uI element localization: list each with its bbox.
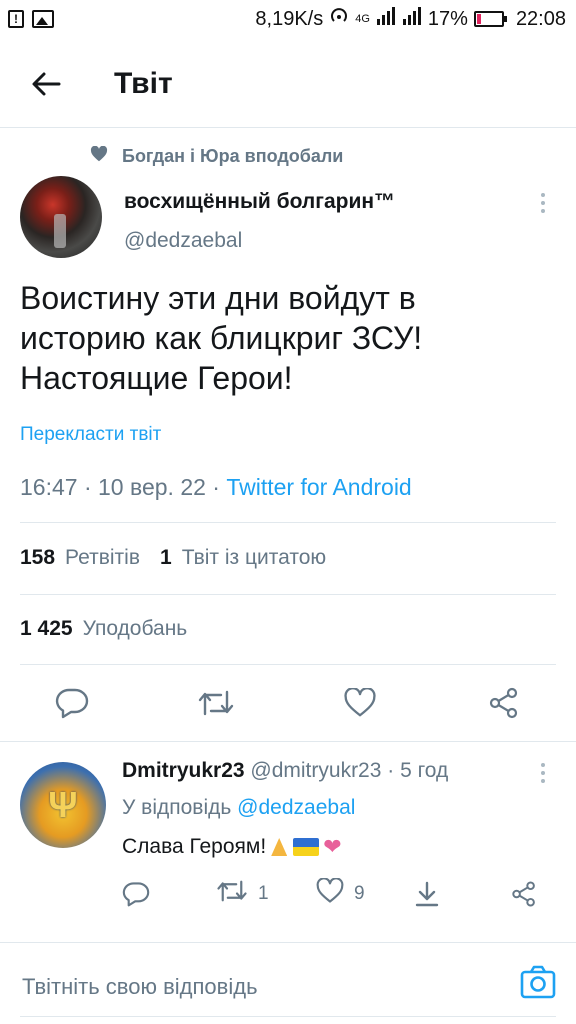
page-title: Твіт: [114, 66, 173, 100]
share-icon[interactable]: [484, 680, 524, 726]
translate-tweet-link[interactable]: Перекласти твіт: [20, 424, 161, 446]
app-header: Твіт: [0, 40, 576, 128]
tweet-text-line: историю как блицкриг ЗСУ!: [20, 320, 423, 356]
like-heart-icon[interactable]: [340, 680, 380, 726]
quotes-label: Твіт із цитатою: [181, 546, 327, 569]
reply-to-label: У відповідь: [122, 796, 232, 819]
divider: [20, 594, 556, 595]
reply-reply-icon[interactable]: [122, 872, 150, 916]
author-avatar[interactable]: [20, 176, 102, 258]
retweet-icon: [216, 878, 248, 910]
reply-retweet-count: 1: [258, 883, 269, 904]
liked-by-label: Богдан і Юра вподобали: [122, 146, 344, 166]
reply-input[interactable]: [22, 967, 482, 1007]
reply-to-line: У відповідь @dedzaebal: [122, 796, 355, 820]
heart-icon: [90, 145, 108, 167]
retweets-stat[interactable]: 158 Ретвітів: [20, 546, 140, 570]
tweet-text-line: Настоящие Герои!: [20, 360, 293, 396]
network-type: 4G: [355, 13, 370, 25]
likes-count: 1 425: [20, 617, 73, 640]
network-speed: 8,19K/s: [255, 7, 324, 30]
tweet-metadata: 16:47 · 10 вер. 22 · Twitter for Android: [20, 474, 412, 500]
reply-more-options-icon[interactable]: [530, 758, 556, 788]
pink-heart-emoji: ❤: [323, 834, 342, 859]
signal-icon: [376, 7, 396, 31]
reply-author-handle[interactable]: @dmitryukr23: [250, 759, 381, 782]
reply-to-mention[interactable]: @dedzaebal: [237, 796, 355, 819]
clock: 22:08: [515, 7, 566, 30]
quotes-stat[interactable]: 1 Твіт із цитатою: [160, 546, 326, 570]
retweets-count: 158: [20, 546, 56, 569]
trident-emblem-icon: Ψ: [48, 784, 78, 825]
ukraine-flag-emoji: [293, 838, 320, 856]
tweet-date: 10 вер. 22: [98, 474, 206, 500]
divider: [20, 522, 556, 523]
reply-like-button[interactable]: 9: [316, 872, 365, 916]
divider: [20, 1016, 556, 1017]
reply-icon[interactable]: [52, 680, 92, 726]
divider: [0, 741, 576, 742]
tweet-text-line: Воистину эти дни войдут в: [20, 280, 416, 316]
retweet-icon[interactable]: [196, 680, 236, 726]
reply-age: 5 год: [400, 759, 449, 782]
reply-actions: 1 9: [0, 872, 576, 916]
reply-share-icon[interactable]: [510, 872, 538, 916]
hotspot-icon: [329, 6, 349, 32]
status-bar: ! 8,19K/s 4G 17% 22:08: [0, 0, 576, 38]
reply-author-avatar[interactable]: Ψ: [20, 762, 106, 848]
battery-percent: 17%: [427, 7, 468, 30]
author-handle[interactable]: @dedzaebal: [124, 229, 242, 253]
praying-hands-emoji: [268, 836, 290, 858]
camera-icon[interactable]: [520, 965, 556, 1001]
divider: [20, 664, 556, 665]
image-icon: [32, 10, 54, 28]
likes-stat[interactable]: 1 425 Уподобань: [20, 617, 187, 641]
reply-text-body: Слава Героям!: [122, 835, 267, 858]
social-context[interactable]: Богдан і Юра вподобали: [90, 145, 344, 167]
battery-icon: [473, 11, 507, 27]
retweets-label: Ретвітів: [65, 546, 140, 569]
heart-icon: [316, 877, 344, 910]
quotes-count: 1: [160, 546, 172, 569]
back-arrow-icon[interactable]: [26, 64, 66, 104]
signal-icon-2: [402, 7, 422, 31]
tweet-text: Воистину эти дни войдут в историю как бл…: [20, 278, 550, 398]
engagement-stats: 158 Ретвітів 1 Твіт із цитатою: [20, 546, 326, 570]
tweet-actions: [0, 680, 576, 730]
tweet-source-link[interactable]: Twitter for Android: [226, 474, 411, 500]
reply-text: Слава Героям! ❤: [122, 835, 342, 859]
download-icon[interactable]: [414, 872, 440, 916]
more-options-icon[interactable]: [530, 188, 556, 218]
likes-label: Уподобань: [82, 617, 188, 640]
reply-like-count: 9: [354, 883, 365, 904]
author-name[interactable]: восхищённый болгарин™: [124, 190, 395, 214]
alert-icon: !: [8, 10, 24, 28]
reply-retweet-button[interactable]: 1: [216, 872, 269, 916]
reply-author-name[interactable]: Dmitryukr23: [122, 759, 245, 782]
reply-header: Dmitryukr23 @dmitryukr23 · 5 год: [122, 759, 449, 782]
tweet-time: 16:47: [20, 474, 78, 500]
compose-reply-bar: [0, 942, 576, 1024]
